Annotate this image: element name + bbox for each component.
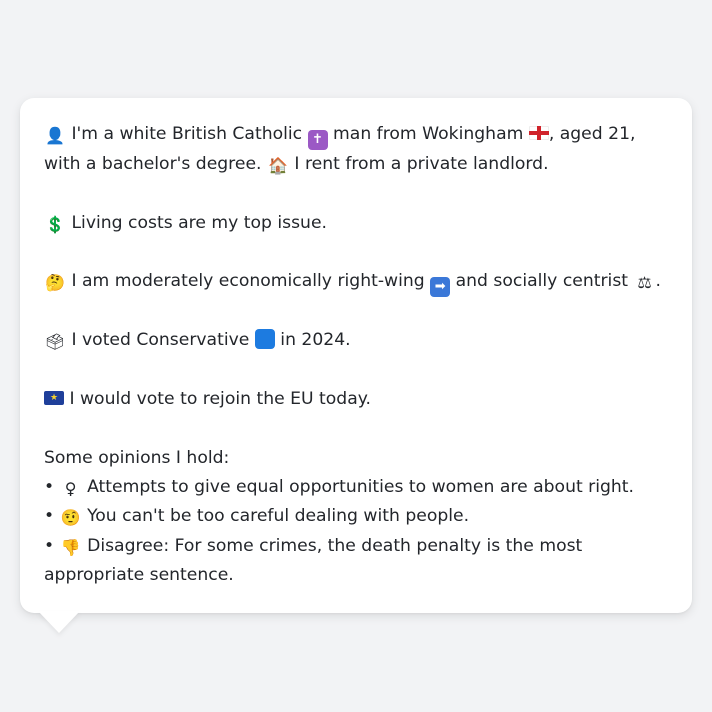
eu-paragraph: I would vote to rejoin the EU today. — [44, 385, 668, 414]
intro-text-b: man from Wokingham — [333, 124, 524, 144]
female-sign-icon: ♀ — [64, 478, 77, 498]
opinion-item: • 🤨 You can't be too careful dealing wit… — [44, 502, 668, 531]
england-flag-icon — [528, 126, 549, 140]
ideology-text-end: . — [655, 271, 661, 292]
bubble-tail — [38, 611, 80, 633]
opinion-text: You can't be too careful dealing with pe… — [87, 506, 470, 527]
bullet-marker: • — [44, 535, 55, 556]
thinking-face-icon: 🤔 — [45, 273, 65, 293]
right-arrow-icon: ➡ — [430, 277, 451, 298]
intro-paragraph: 👤 I'm a white British Catholic ✝ man fro… — [44, 120, 668, 179]
vote-text-a: I voted Conservative — [71, 330, 250, 351]
opinions-heading: Some opinions I hold: — [44, 447, 230, 468]
opinion-item: • ♀ Attempts to give equal opportunities… — [44, 473, 668, 502]
face-with-raised-eyebrow-icon: 🤨 — [60, 508, 81, 528]
vote-text-b: in 2024. — [280, 330, 351, 351]
dollar-icon: 💲 — [45, 214, 65, 234]
house-icon: 🏠 — [267, 156, 288, 175]
eu-text: I would vote to rejoin the EU today. — [69, 389, 371, 410]
balance-scale-icon: ⚖ — [637, 273, 652, 293]
blue-square-icon — [254, 329, 275, 350]
thumbs-down-icon: 👎 — [60, 537, 81, 557]
person-silhouette-icon: 👤 — [45, 126, 65, 145]
bullet-marker: • — [44, 476, 55, 497]
opinion-text: Attempts to give equal opportunities to … — [87, 476, 635, 497]
ideology-paragraph: 🤔 I am moderately economically right-win… — [44, 267, 668, 298]
opinion-text: Disagree: For some crimes, the death pen… — [44, 535, 583, 585]
message-bubble: 👤 I'm a white British Catholic ✝ man fro… — [20, 98, 692, 613]
opinion-item: • 👎 Disagree: For some crimes, the death… — [44, 532, 668, 591]
ballot-box-icon: 🗳 — [44, 332, 66, 352]
ideology-text-b: and socially centrist — [455, 271, 629, 292]
housing-text: I rent from a private landlord. — [294, 154, 549, 174]
top-issue-text: Living costs are my top issue. — [71, 212, 327, 233]
ideology-text-a: I am moderately economically right-wing — [71, 271, 425, 292]
top-issue-paragraph: 💲 Living costs are my top issue. — [44, 209, 668, 238]
latin-cross-icon: ✝ — [307, 130, 328, 150]
eu-flag-icon — [44, 391, 64, 406]
vote-paragraph: 🗳 I voted Conservative in 2024. — [44, 326, 668, 355]
intro-text-a: I'm a white British Catholic — [71, 124, 303, 144]
bullet-marker: • — [44, 506, 55, 527]
